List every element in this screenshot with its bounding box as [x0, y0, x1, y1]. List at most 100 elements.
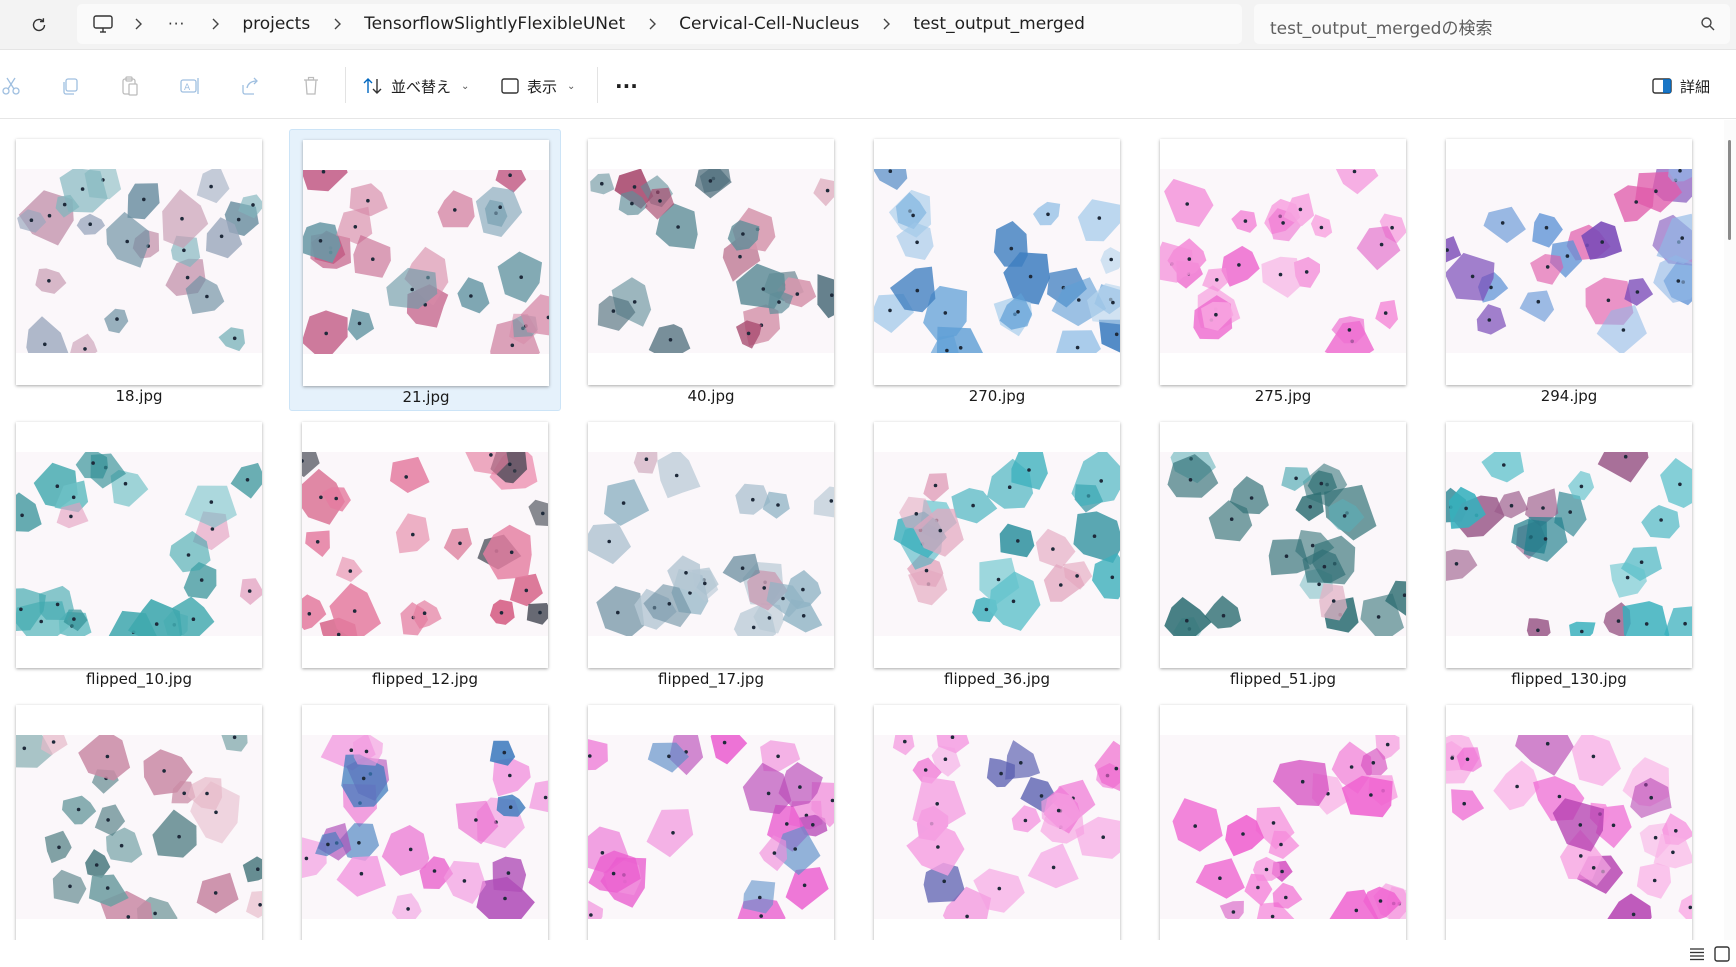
- breadcrumb-more-button[interactable]: ···: [160, 15, 193, 33]
- file-name: 40.jpg: [687, 387, 735, 405]
- search-input[interactable]: test_output_mergedの検索: [1254, 4, 1730, 44]
- file-name: 18.jpg: [115, 387, 163, 405]
- file-item[interactable]: [3, 695, 275, 940]
- details-view-button[interactable]: [1686, 943, 1708, 965]
- file-thumbnail: [1446, 139, 1692, 385]
- file-item[interactable]: flipped_10.jpg: [3, 412, 275, 694]
- status-bar: [0, 940, 1736, 967]
- file-item[interactable]: [289, 695, 561, 940]
- file-item[interactable]: flipped_12.jpg: [289, 412, 561, 694]
- share-icon: [242, 77, 258, 95]
- large-icons-view-button[interactable]: [1711, 943, 1733, 965]
- details-pane-icon: [1652, 78, 1672, 94]
- this-pc-button[interactable]: [90, 11, 116, 37]
- file-thumbnail: [16, 422, 262, 668]
- cell-image: [1160, 452, 1406, 636]
- file-item[interactable]: flipped_17.jpg: [575, 412, 847, 694]
- file-name: 21.jpg: [402, 388, 450, 406]
- file-item[interactable]: flipped_36.jpg: [861, 412, 1133, 694]
- file-item[interactable]: flipped_130.jpg: [1433, 412, 1705, 694]
- file-name: 275.jpg: [1254, 387, 1312, 405]
- list-view-icon: [1690, 948, 1704, 961]
- cut-button[interactable]: [0, 71, 26, 101]
- cell-image: [303, 170, 549, 354]
- file-thumbnail: [1160, 422, 1406, 668]
- copy-button[interactable]: [55, 71, 85, 101]
- cell-image: [1446, 169, 1692, 353]
- file-thumbnail: [1160, 139, 1406, 385]
- command-bar: A 並べ替え ⌄ 表示 ⌄ ··· 詳細: [0, 51, 1736, 119]
- cell-image: [16, 452, 262, 636]
- file-thumbnail: [1446, 422, 1692, 668]
- details-label: 詳細: [1680, 77, 1711, 96]
- file-item[interactable]: 275.jpg: [1147, 129, 1419, 411]
- file-item[interactable]: [575, 695, 847, 940]
- chevron-right-icon[interactable]: [315, 11, 359, 37]
- file-grid: 18.jpg 21.jpg 40.jpg 270.jpg 275.jpg 294.jpg f…: [0, 120, 1724, 940]
- toolbar-divider: [345, 67, 346, 103]
- chevron-down-icon: ⌄: [567, 80, 576, 92]
- file-thumbnail: [588, 422, 834, 668]
- refresh-icon: [32, 18, 46, 32]
- refresh-button[interactable]: [22, 8, 56, 42]
- file-thumbnail: [303, 140, 549, 386]
- view-button[interactable]: 表示 ⌄: [501, 69, 575, 103]
- delete-button[interactable]: [296, 71, 326, 101]
- breadcrumb-item-projects[interactable]: projects: [237, 14, 315, 34]
- file-thumbnail: [302, 422, 548, 668]
- file-name: flipped_36.jpg: [944, 670, 1050, 688]
- file-item[interactable]: 40.jpg: [575, 129, 847, 411]
- cut-icon: [2, 77, 20, 95]
- sort-button[interactable]: 並べ替え ⌄: [363, 69, 469, 103]
- file-thumbnail: [1160, 705, 1406, 940]
- file-thumbnail: [302, 705, 548, 940]
- file-name: flipped_10.jpg: [86, 670, 192, 688]
- tile-view-icon: [1714, 946, 1730, 962]
- cell-image: [874, 452, 1120, 636]
- breadcrumb: ··· projects TensorflowSlightlyFlexibleU…: [77, 4, 1242, 44]
- file-item[interactable]: 21.jpg: [289, 129, 561, 411]
- file-thumbnail: [16, 705, 262, 940]
- file-name: flipped_130.jpg: [1511, 670, 1627, 688]
- breadcrumb-item-current[interactable]: test_output_merged: [908, 14, 1089, 34]
- sort-icon: [363, 78, 382, 94]
- file-name: 294.jpg: [1540, 387, 1598, 405]
- scrollbar-thumb[interactable]: [1728, 140, 1731, 240]
- cell-image: [874, 169, 1120, 353]
- file-thumbnail: [874, 139, 1120, 385]
- details-pane-button[interactable]: 詳細: [1652, 69, 1710, 103]
- monitor-icon: [93, 15, 113, 33]
- chevron-right-icon[interactable]: [864, 11, 908, 37]
- file-name: flipped_51.jpg: [1230, 670, 1336, 688]
- view-icon: [501, 78, 519, 94]
- file-thumbnail: [1446, 705, 1692, 940]
- file-thumbnail: [16, 139, 262, 385]
- file-item[interactable]: [861, 695, 1133, 940]
- chevron-right-icon[interactable]: [193, 11, 237, 37]
- breadcrumb-item-cervical[interactable]: Cervical-Cell-Nucleus: [674, 14, 864, 34]
- file-item[interactable]: [1433, 695, 1705, 940]
- file-item[interactable]: [1147, 695, 1419, 940]
- breadcrumb-item-unet[interactable]: TensorflowSlightlyFlexibleUNet: [359, 14, 630, 34]
- cell-image: [302, 735, 548, 919]
- file-name: flipped_12.jpg: [372, 670, 478, 688]
- rename-button[interactable]: A: [175, 71, 205, 101]
- chevron-right-icon[interactable]: [630, 11, 674, 37]
- share-button[interactable]: [235, 71, 265, 101]
- rename-icon: A: [180, 78, 199, 94]
- cell-image: [588, 169, 834, 353]
- chevron-down-icon: ⌄: [461, 80, 470, 92]
- paste-button[interactable]: [115, 71, 145, 101]
- file-name: flipped_17.jpg: [658, 670, 764, 688]
- copy-icon: [63, 78, 78, 95]
- file-item[interactable]: 294.jpg: [1433, 129, 1705, 411]
- more-options-button[interactable]: ···: [615, 69, 638, 103]
- file-item[interactable]: flipped_51.jpg: [1147, 412, 1419, 694]
- file-item[interactable]: 18.jpg: [3, 129, 275, 411]
- delete-icon: [304, 76, 318, 95]
- view-label: 表示: [527, 77, 558, 96]
- file-item[interactable]: 270.jpg: [861, 129, 1133, 411]
- chevron-right-icon[interactable]: [116, 11, 160, 37]
- vertical-scrollbar[interactable]: [1724, 120, 1736, 940]
- file-thumbnail: [874, 422, 1120, 668]
